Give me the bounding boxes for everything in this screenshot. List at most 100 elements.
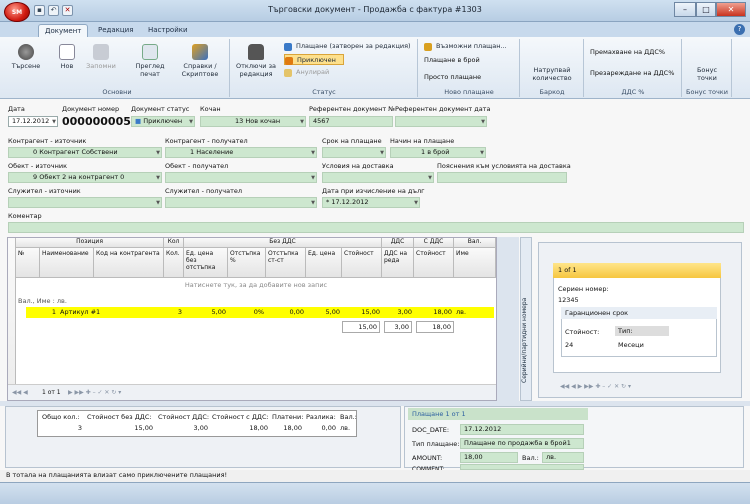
col-name[interactable]: Наименование — [40, 248, 94, 278]
splitter[interactable] — [497, 237, 519, 401]
tab-edit[interactable]: Редакция — [92, 24, 139, 37]
payment-method-field[interactable]: 1 в брой ▼ — [390, 147, 486, 158]
sum-paid: 18,00 — [283, 424, 302, 432]
maximize-button[interactable]: □ — [696, 2, 716, 17]
session-field[interactable]: 13 Нов кочан ▼ — [200, 116, 306, 127]
col-unit-price[interactable]: Ед. цена — [306, 248, 342, 278]
bonus-points-button[interactable]: Бонус точки — [688, 66, 726, 82]
source-employee-field[interactable]: ▼ — [8, 197, 162, 208]
status-field[interactable]: ■ Приключен ▼ — [131, 116, 195, 127]
cancel-item[interactable]: Анулирай — [284, 67, 344, 78]
payment-method-label: Начин на плащане — [390, 137, 455, 145]
sum-header-diff: Разлика: — [306, 413, 336, 421]
nav-first-icon[interactable]: ◀◀ ◀ — [12, 389, 28, 396]
help-icon[interactable]: ? — [734, 24, 745, 35]
status-label: Документ статус — [131, 105, 190, 113]
new-button[interactable]: Нов — [56, 44, 78, 70]
tab-document[interactable]: Документ — [38, 24, 89, 37]
band-vat: ДДС — [382, 238, 414, 248]
delivery-notes-field[interactable] — [437, 172, 567, 183]
source-partner-field[interactable]: 0 Контрагент Собствени ▼ — [8, 147, 162, 158]
sum-header-vat: Стойност ДДС: — [158, 413, 210, 421]
status-icon: ■ — [135, 117, 144, 125]
col-cur-name[interactable]: Име — [454, 248, 496, 278]
group-label-barcode: Баркод — [539, 88, 565, 96]
status-message: В тотала на плащанията влизат само прикл… — [0, 470, 750, 482]
cell-num: 1 — [51, 308, 56, 316]
group-label-bonus: Бонус точки — [686, 88, 728, 96]
recharge-vat-button[interactable]: Презареждане на ДДС% — [590, 69, 674, 77]
comment-field[interactable] — [8, 222, 744, 233]
minimize-button[interactable]: – — [674, 2, 696, 17]
payment-term-field[interactable]: ▼ — [322, 147, 386, 158]
new-row-prompt[interactable]: Натиснете тук, за да добавите нов запис — [18, 280, 494, 290]
col-num[interactable]: № — [16, 248, 40, 278]
payment-cur-field[interactable]: лв. — [542, 452, 584, 463]
target-employee-label: Служител - получател — [165, 187, 243, 195]
col-value[interactable]: Стойност — [342, 248, 382, 278]
col-disc-val[interactable]: Отстъпка ст-ст — [266, 248, 306, 278]
sum-header-qty: Общо кол.: — [42, 413, 80, 421]
pay-in-cash-item[interactable]: Плащане в брой — [424, 56, 480, 64]
print-preview-button[interactable]: Преглед печат — [130, 44, 170, 78]
target-partner-field[interactable]: 1 Население ▼ — [165, 147, 317, 158]
due-date-field[interactable]: * 17.12.2012 ▼ — [322, 197, 420, 208]
payment-header: Плащане 1 от 1 — [408, 408, 588, 420]
tab-settings[interactable]: Настройки — [142, 24, 194, 37]
sum-header-novat: Стойност без ДДС: — [87, 413, 152, 421]
doc-date-field[interactable]: 17.12.2012 — [460, 424, 584, 435]
binoculars-icon — [18, 44, 34, 60]
payment-type-label: Тип плащане: — [412, 440, 460, 448]
col-vat[interactable]: ДДС на реда — [382, 248, 414, 278]
source-employee-label: Служител - източник — [8, 187, 81, 195]
group-label-status: Статус — [312, 88, 336, 96]
delivery-terms-field[interactable]: ▼ — [322, 172, 434, 183]
target-object-field[interactable]: ▼ — [165, 172, 317, 183]
serial-navigator[interactable]: ◀◀ ◀ ▶ ▶▶ ✚ – ✓ ✕ ↻ ▾ — [560, 383, 631, 390]
band-position: Позиция — [16, 238, 164, 248]
items-grid: Позиция Кол Без ДДС ДДС С ДДС Вал. № Наи… — [7, 237, 497, 401]
close-window-button[interactable]: ✕ — [716, 2, 746, 17]
col-total[interactable]: Стойност — [414, 248, 454, 278]
col-qty[interactable]: Кол. — [164, 248, 184, 278]
amount-field[interactable]: 18,00 — [460, 452, 518, 463]
payment-locked-item[interactable]: Плащане (затворен за редакция) — [284, 41, 418, 52]
increment-qty-button[interactable]: Натрупвай количество — [524, 66, 580, 82]
table-row[interactable]: 1 Артикул #1 3 5,00 0% 0,00 5,00 15,00 3… — [26, 307, 494, 318]
simple-payment-item[interactable]: Просто плащане — [424, 73, 481, 81]
disk-icon — [93, 44, 109, 60]
unlock-button[interactable]: Отключи за редакция — [234, 44, 278, 78]
sum-vat: 3,00 — [193, 424, 208, 432]
sum-header-withvat: Стойност с ДДС: — [212, 413, 269, 421]
dropdown-arrow-icon: ▼ — [156, 150, 160, 156]
band-withvat: С ДДС — [414, 238, 454, 248]
refdoc-field[interactable]: 4567 — [309, 116, 393, 127]
save-button[interactable]: Запомни — [84, 44, 118, 70]
dropdown-arrow-icon: ▼ — [414, 200, 418, 206]
sum-novat: 15,00 — [134, 424, 153, 432]
payment-type-field[interactable]: Плащане по продажба в брой1 — [460, 438, 584, 449]
refdate-field[interactable]: ▼ — [395, 116, 487, 127]
col-unit-price-nodisc[interactable]: Ед. цена без отстъпка — [184, 248, 228, 278]
cell-cur: лв. — [456, 308, 467, 316]
search-button[interactable]: Търсене — [8, 44, 44, 70]
reports-button[interactable]: Справки / Скриптове — [176, 44, 224, 78]
serial-panel-tab[interactable]: Серийни/партидни номера — [520, 237, 532, 401]
group-row[interactable]: Вал., Име : лв. — [18, 296, 67, 306]
target-object-label: Обект - получател — [165, 162, 229, 170]
nav-next-icon[interactable]: ▶ ▶▶ ✚ – ✓ ✕ ↻ ▾ — [68, 389, 121, 396]
remove-vat-button[interactable]: Премахване на ДДС% — [590, 48, 665, 56]
warranty-type: Месеци — [618, 341, 644, 349]
delivery-terms-label: Условия на доставка — [322, 162, 394, 170]
payment-icon — [284, 43, 292, 51]
target-employee-field[interactable]: ▼ — [165, 197, 317, 208]
source-object-field[interactable]: 9 Обект 2 на контрагент 0 ▼ — [8, 172, 162, 183]
window-title: Търговски документ - Продажба с фактура … — [268, 5, 482, 14]
coins-icon — [424, 43, 432, 51]
date-field[interactable]: 17.12.2012 ▼ — [8, 116, 58, 127]
possible-payments-item[interactable]: Възможни плащан... — [424, 41, 520, 52]
col-disc-pct[interactable]: Отстъпка % — [228, 248, 266, 278]
col-partner-code[interactable]: Код на контрагента — [94, 248, 164, 278]
confirmed-item[interactable]: Приключен — [284, 54, 344, 65]
cell-unit-price-nodisc: 5,00 — [211, 308, 226, 316]
